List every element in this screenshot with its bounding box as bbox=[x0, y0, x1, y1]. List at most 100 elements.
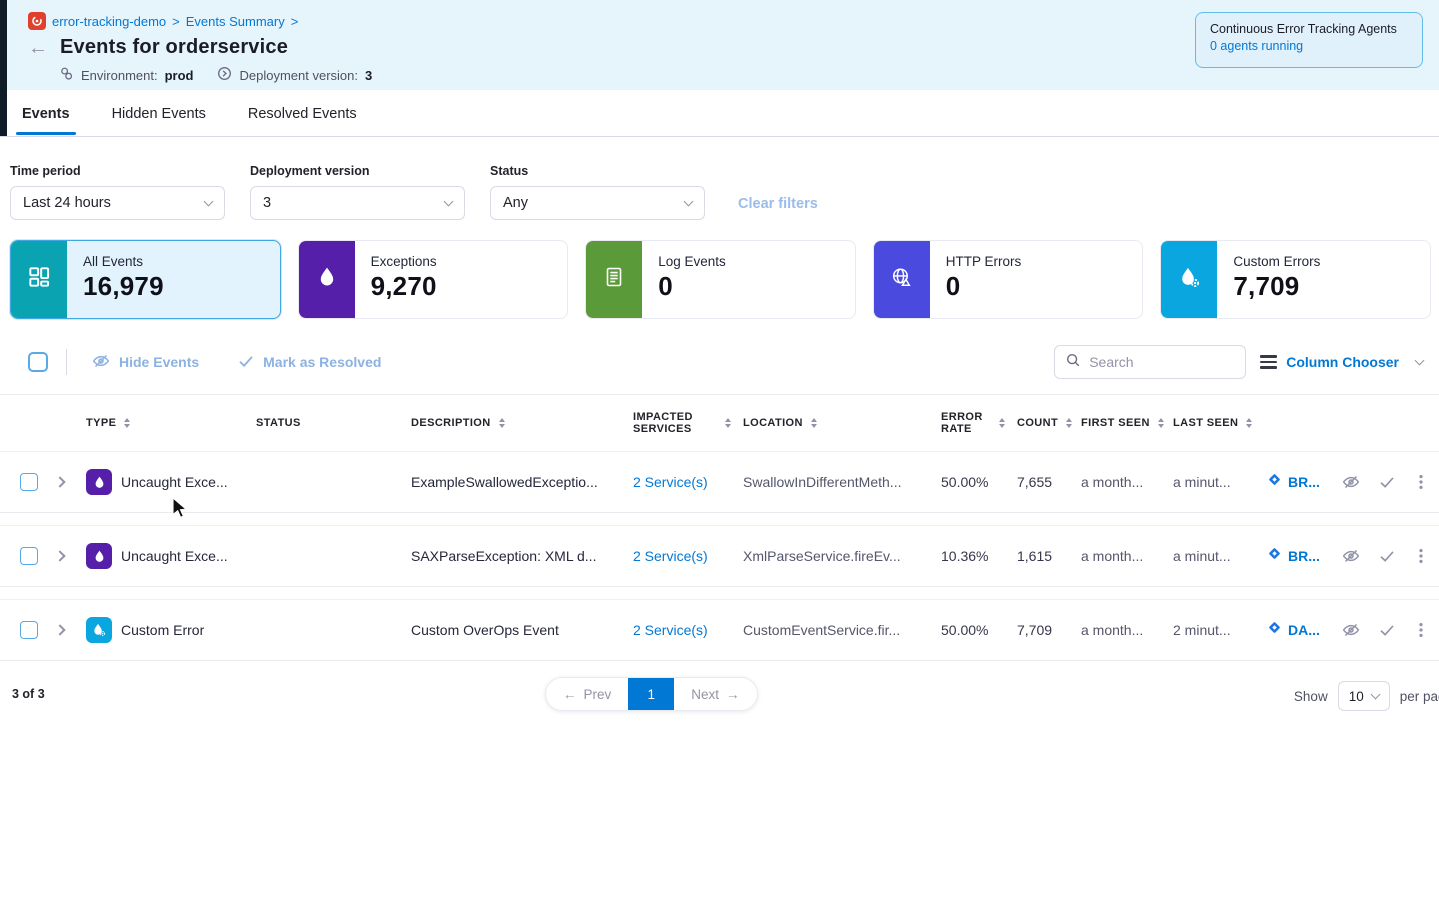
expand-row-icon[interactable] bbox=[54, 624, 65, 635]
sort-icon[interactable] bbox=[124, 418, 130, 429]
table-row: Uncaught Exce... SAXParseException: XML … bbox=[0, 525, 1439, 587]
impacted-services-link[interactable]: 2 Service(s) bbox=[633, 548, 743, 564]
column-chooser-button[interactable]: Column Chooser bbox=[1260, 354, 1423, 370]
event-count: 1,615 bbox=[1017, 548, 1081, 564]
deployment-icon bbox=[217, 66, 232, 84]
column-header-location: LOCATION bbox=[743, 417, 803, 429]
flame-icon bbox=[86, 469, 112, 495]
back-button[interactable]: ← bbox=[28, 38, 48, 58]
card-http-errors[interactable]: HTTP Errors 0 bbox=[873, 240, 1144, 319]
agents-box-title: Continuous Error Tracking Agents bbox=[1210, 22, 1408, 36]
sort-icon[interactable] bbox=[499, 418, 505, 429]
divider bbox=[66, 349, 67, 375]
impacted-services-link[interactable]: 2 Service(s) bbox=[633, 622, 743, 638]
tab-resolved-events[interactable]: Resolved Events bbox=[246, 92, 359, 134]
card-value: 0 bbox=[658, 271, 726, 302]
card-label: HTTP Errors bbox=[946, 254, 1022, 269]
row-checkbox[interactable] bbox=[20, 473, 38, 491]
arrow-right-icon: → bbox=[726, 687, 740, 702]
ticket-link[interactable]: BR... bbox=[1288, 474, 1320, 490]
jira-diamond-icon bbox=[1267, 472, 1282, 492]
event-type: Uncaught Exce... bbox=[121, 548, 228, 564]
chevron-down-icon bbox=[1415, 356, 1425, 366]
search-input[interactable] bbox=[1089, 354, 1229, 370]
sort-icon[interactable] bbox=[1158, 418, 1164, 429]
page-meta: Environment: prod Deployment version: 3 bbox=[59, 66, 372, 84]
hide-event-icon[interactable] bbox=[1341, 546, 1361, 566]
page-number-button[interactable]: 1 bbox=[628, 678, 674, 710]
expand-row-icon[interactable] bbox=[54, 550, 65, 561]
card-value: 16,979 bbox=[83, 271, 164, 302]
grid-icon bbox=[26, 264, 52, 295]
status-value: Any bbox=[503, 195, 528, 211]
error-rate: 50.00% bbox=[941, 622, 1017, 638]
last-seen: a minut... bbox=[1173, 548, 1267, 564]
card-label: Custom Errors bbox=[1233, 254, 1320, 269]
hide-events-label: Hide Events bbox=[119, 354, 199, 370]
row-checkbox[interactable] bbox=[20, 621, 38, 639]
column-header-impacted-services: IMPACTED SERVICES bbox=[633, 411, 717, 435]
tab-hidden-events[interactable]: Hidden Events bbox=[110, 92, 208, 134]
chevron-down-icon bbox=[204, 197, 214, 207]
flame-gear-icon bbox=[86, 617, 112, 643]
sort-icon[interactable] bbox=[1246, 418, 1252, 429]
table-footer: 3 of 3 ← Prev 1 Next → Show 10 per page bbox=[0, 675, 1439, 721]
page-size-select[interactable]: 10 bbox=[1338, 681, 1390, 711]
hide-events-button[interactable]: Hide Events bbox=[91, 351, 199, 374]
event-location: XmlParseService.fireEv... bbox=[743, 548, 941, 564]
breadcrumb-project-link[interactable]: error-tracking-demo bbox=[52, 14, 166, 29]
error-rate: 10.36% bbox=[941, 548, 1017, 564]
resolve-event-icon[interactable] bbox=[1378, 547, 1396, 565]
kebab-menu-icon[interactable] bbox=[1413, 473, 1429, 491]
kebab-menu-icon[interactable] bbox=[1413, 547, 1429, 565]
prev-page-button[interactable]: ← Prev bbox=[546, 678, 628, 710]
sort-icon[interactable] bbox=[999, 418, 1005, 429]
hide-event-icon[interactable] bbox=[1341, 620, 1361, 640]
event-type: Uncaught Exce... bbox=[121, 474, 228, 490]
select-all-checkbox[interactable] bbox=[28, 352, 48, 372]
per-page-label: per page bbox=[1400, 689, 1439, 704]
sort-icon[interactable] bbox=[725, 418, 731, 429]
table-toolbar: Hide Events Mark as Resolved Column Choo… bbox=[0, 319, 1439, 379]
ticket-link[interactable]: DA... bbox=[1288, 622, 1320, 638]
impacted-services-link[interactable]: 2 Service(s) bbox=[633, 474, 743, 490]
next-page-button[interactable]: Next → bbox=[674, 678, 756, 710]
mark-resolved-button[interactable]: Mark as Resolved bbox=[237, 352, 381, 373]
check-icon bbox=[237, 352, 255, 373]
card-all-events[interactable]: All Events 16,979 bbox=[10, 240, 281, 319]
nav-edge-strip bbox=[0, 0, 7, 136]
environment-label: Environment: bbox=[81, 68, 158, 83]
mark-resolved-label: Mark as Resolved bbox=[263, 354, 381, 370]
resolve-event-icon[interactable] bbox=[1378, 473, 1396, 491]
row-checkbox[interactable] bbox=[20, 547, 38, 565]
sort-icon[interactable] bbox=[1066, 418, 1072, 429]
kebab-menu-icon[interactable] bbox=[1413, 621, 1429, 639]
card-log-events[interactable]: Log Events 0 bbox=[585, 240, 856, 319]
ticket-link[interactable]: BR... bbox=[1288, 548, 1320, 564]
status-select[interactable]: Any bbox=[490, 186, 705, 220]
card-custom-errors[interactable]: Custom Errors 7,709 bbox=[1160, 240, 1431, 319]
clear-filters-button[interactable]: Clear filters bbox=[738, 196, 818, 212]
agents-running-link[interactable]: 0 agents running bbox=[1210, 39, 1303, 53]
search-icon bbox=[1065, 352, 1081, 373]
column-header-count: COUNT bbox=[1017, 417, 1058, 429]
breadcrumb-section-link[interactable]: Events Summary bbox=[186, 14, 285, 29]
error-tracking-app: error-tracking-demo > Events Summary > ←… bbox=[0, 0, 1439, 907]
flame-gear-icon bbox=[1177, 265, 1202, 295]
expand-row-icon[interactable] bbox=[54, 476, 65, 487]
hide-event-icon[interactable] bbox=[1341, 472, 1361, 492]
first-seen: a month... bbox=[1081, 622, 1173, 638]
menu-lines-icon bbox=[1260, 355, 1277, 369]
sort-icon[interactable] bbox=[811, 418, 817, 429]
deployment-version-select[interactable]: 3 bbox=[250, 186, 465, 220]
flame-icon bbox=[86, 543, 112, 569]
breadcrumb-separator: > bbox=[291, 14, 299, 29]
resolve-event-icon[interactable] bbox=[1378, 621, 1396, 639]
card-value: 9,270 bbox=[371, 271, 437, 302]
deployment-version-value: 3 bbox=[263, 195, 271, 211]
time-period-select[interactable]: Last 24 hours bbox=[10, 186, 225, 220]
first-seen: a month... bbox=[1081, 548, 1173, 564]
card-exceptions[interactable]: Exceptions 9,270 bbox=[298, 240, 569, 319]
event-type: Custom Error bbox=[121, 622, 204, 638]
tab-events[interactable]: Events bbox=[20, 92, 72, 134]
